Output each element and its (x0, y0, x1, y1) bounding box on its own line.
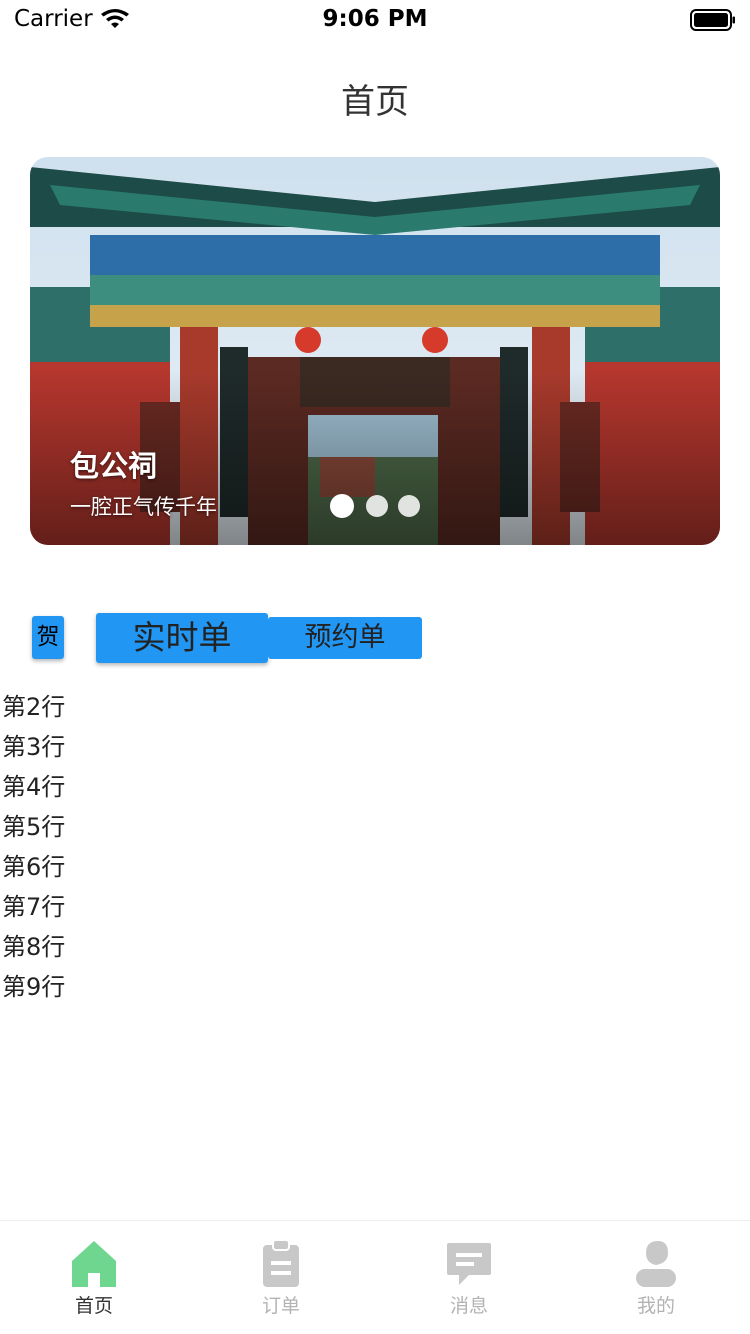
banner-carousel[interactable]: 包公祠 一腔正气传千年 (30, 157, 720, 545)
banner-subtitle: 一腔正气传千年 (70, 495, 217, 519)
tab-home-label: 首页 (74, 1295, 113, 1317)
carousel-dot-1[interactable] (330, 494, 354, 518)
battery-icon (690, 9, 735, 31)
list-item[interactable]: 第6行 (2, 847, 65, 887)
message-icon (447, 1243, 491, 1285)
bottom-tab-bar: 首页 订单 消息 我的 (0, 1220, 750, 1334)
tab-orders-label: 订单 (261, 1295, 300, 1317)
app-screen: Carrier 9:06 PM 首页 包公祠 一腔正气传千年 贺 实时单 预约单… (0, 0, 750, 1334)
tab-orders[interactable]: 订单 (187, 1221, 375, 1334)
list-item[interactable]: 第5行 (2, 807, 65, 847)
list-item[interactable]: 第7行 (2, 887, 65, 927)
clock: 9:06 PM (322, 6, 428, 32)
list-item[interactable]: 第2行 (2, 687, 65, 727)
tab-realtime-order[interactable]: 实时单 (96, 613, 268, 663)
list-item[interactable]: 第4行 (2, 767, 65, 807)
list-item[interactable]: 第3行 (2, 727, 65, 767)
page-title: 首页 (341, 82, 409, 122)
list-item[interactable]: 第9行 (2, 967, 65, 1007)
user-icon (636, 1241, 676, 1287)
tab-messages-label: 消息 (449, 1295, 488, 1317)
tab-booking-order[interactable]: 预约单 (268, 617, 422, 659)
temple-gate-image (30, 157, 720, 545)
tab-messages[interactable]: 消息 (375, 1221, 563, 1334)
tab-profile-label: 我的 (636, 1295, 675, 1317)
home-icon (72, 1241, 116, 1287)
he-button[interactable]: 贺 (32, 616, 64, 659)
clipboard-icon (263, 1239, 299, 1287)
order-list: 第2行 第3行 第4行 第5行 第6行 第7行 第8行 第9行 (2, 687, 65, 1007)
list-item[interactable]: 第8行 (2, 927, 65, 967)
tab-profile[interactable]: 我的 (562, 1221, 750, 1334)
banner-title: 包公祠 (70, 449, 158, 483)
carousel-dot-2[interactable] (366, 495, 388, 517)
tab-home[interactable]: 首页 (0, 1221, 188, 1334)
carousel-dot-3[interactable] (398, 495, 420, 517)
status-bar: Carrier 9:06 PM (0, 0, 750, 40)
